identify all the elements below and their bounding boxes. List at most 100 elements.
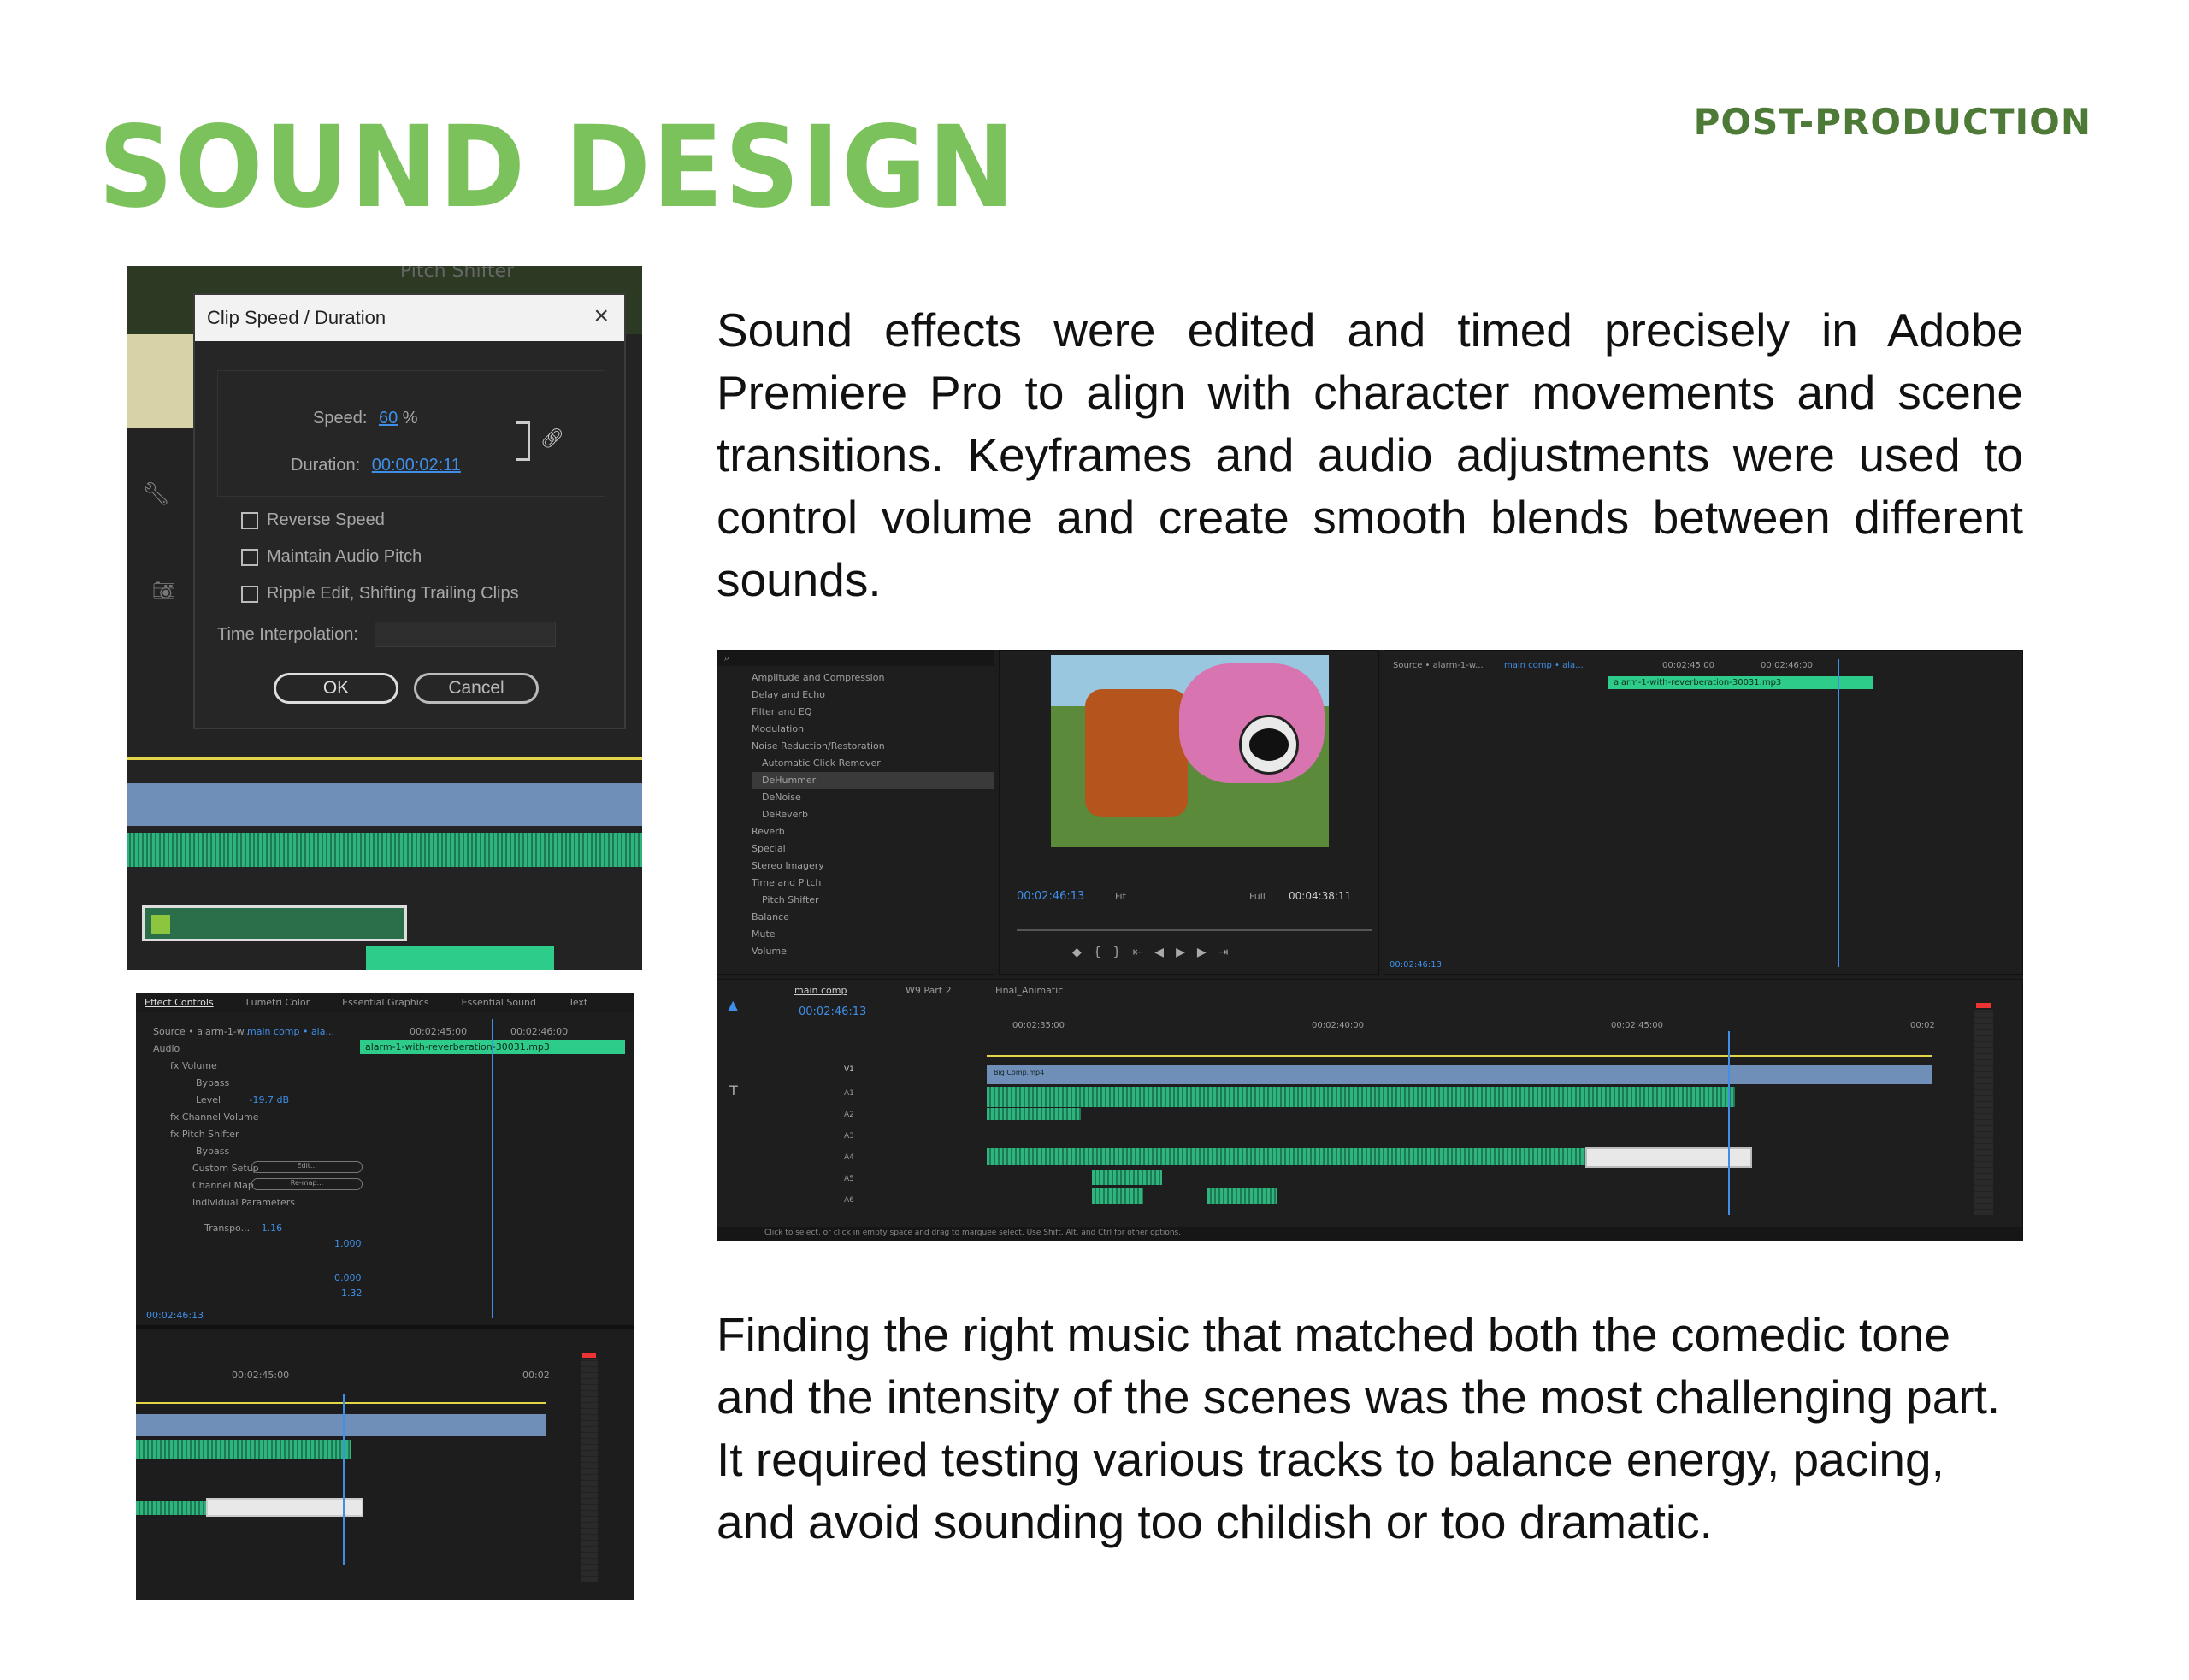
video-clip[interactable]: Big Comp.mp4 [987, 1065, 1932, 1084]
tab-final-animatic[interactable]: Final_Animatic [995, 985, 1063, 996]
duration-input[interactable]: 00:00:02:11 [372, 456, 461, 475]
ok-button[interactable]: OK [274, 673, 398, 704]
speed-unit: % [402, 409, 418, 427]
audio-clip-a5[interactable] [1092, 1170, 1162, 1185]
link-icon[interactable]: 🔗︎ [540, 428, 564, 450]
effect-controls-panel: Source • alarm-1-w... main comp • ala...… [1384, 650, 2023, 975]
duration-row: Duration: 00:00:02:11 [291, 456, 461, 475]
graph-val: 1.32 [341, 1288, 363, 1299]
ruler-label: 00:02:45:00 [1611, 1021, 1664, 1030]
level-row: Level -19.7 dB [196, 1094, 289, 1105]
search-icon[interactable]: ⌕ [717, 651, 994, 666]
list-item[interactable]: DeNoise [752, 789, 994, 806]
timeline-playhead[interactable] [1728, 1031, 1730, 1215]
audio-clip-a[interactable] [136, 1501, 206, 1515]
wrench-icon[interactable]: 🔧︎ [142, 481, 170, 507]
camera-icon[interactable]: 📷︎ [152, 581, 176, 602]
list-item[interactable]: Amplitude and Compression [752, 669, 994, 687]
playhead[interactable] [492, 1019, 493, 1318]
selected-sfx-clip[interactable] [1585, 1147, 1752, 1168]
close-icon[interactable]: × [593, 302, 609, 331]
list-item[interactable]: Special [752, 840, 994, 858]
speed-input[interactable]: 60 [379, 409, 398, 427]
list-item[interactable]: Filter and EQ [752, 704, 994, 721]
list-item[interactable]: DeReverb [752, 806, 994, 823]
volume-label: Volume [181, 1060, 217, 1071]
tab-main-comp[interactable]: main comp [794, 985, 847, 996]
audio-clip-2[interactable] [366, 946, 554, 970]
track-label: A5 [844, 1175, 854, 1183]
reverse-speed-checkbox[interactable] [241, 511, 258, 529]
selected-sfx-clip[interactable] [206, 1498, 363, 1517]
audio-waveform[interactable] [136, 1440, 351, 1459]
reverse-speed-label: Reverse Speed [267, 510, 385, 529]
remap-button[interactable]: Re-map... [251, 1178, 363, 1190]
fit-select[interactable]: Fit [1115, 891, 1126, 902]
cancel-button[interactable]: Cancel [414, 673, 539, 704]
scrubber[interactable] [1017, 929, 1372, 931]
video-clip[interactable] [127, 783, 642, 826]
list-item[interactable]: Noise Reduction/Restoration [752, 738, 994, 755]
dialog-titlebar: Clip Speed / Duration × [195, 295, 624, 341]
tab-essential-sound[interactable]: Essential Sound [462, 997, 536, 1009]
selected-audio-clip[interactable] [142, 905, 407, 941]
pitch-shifter-label: Pitch Shifter [181, 1129, 239, 1140]
timeline-panel: main comp W9 Part 2 Final_Animatic 00:02… [717, 979, 2023, 1241]
link-bracket [516, 421, 530, 461]
audio-clip-a6a[interactable] [1092, 1188, 1143, 1204]
type-tool-icon[interactable]: T [729, 1082, 738, 1099]
resolution-select[interactable]: Full [1249, 891, 1266, 902]
audio-clip-a2[interactable] [987, 1108, 1081, 1120]
timeline-playhead[interactable] [343, 1394, 345, 1565]
sequence-label[interactable]: main comp • ala... [247, 1026, 334, 1037]
list-item[interactable]: Stereo Imagery [752, 858, 994, 875]
clip-bar[interactable]: alarm-1-with-reverberation-30031.mp3 [1608, 676, 1873, 689]
edit-button[interactable]: Edit... [251, 1161, 363, 1173]
status-bar: Click to select, or click in empty space… [717, 1227, 2022, 1241]
audio-clip-a4[interactable] [987, 1148, 1585, 1165]
program-timecode[interactable]: 00:02:46:13 [1017, 890, 1084, 903]
maintain-pitch-checkbox[interactable] [241, 548, 258, 566]
pitch-shifter-row[interactable]: fx Pitch Shifter [170, 1129, 239, 1140]
list-item[interactable]: Balance [752, 909, 994, 926]
speed-row: Speed: 60 % [313, 409, 418, 428]
sequence-timecode[interactable]: 00:02:46:13 [799, 1005, 866, 1018]
audio-clip-a1[interactable] [987, 1087, 1735, 1107]
ripple-edit-option[interactable]: Ripple Edit, Shifting Trailing Clips [241, 584, 519, 604]
list-item[interactable]: Volume [752, 943, 994, 960]
audio-waveform[interactable] [127, 833, 642, 867]
tab-effect-controls[interactable]: Effect Controls [145, 997, 214, 1009]
list-item[interactable]: Reverb [752, 823, 994, 840]
transpose-value[interactable]: 1.16 [262, 1223, 283, 1234]
level-value[interactable]: -19.7 dB [250, 1094, 290, 1105]
tab-lumetri-color[interactable]: Lumetri Color [246, 997, 310, 1009]
playhead[interactable] [1838, 659, 1839, 967]
ec-timecode[interactable]: 00:02:46:13 [146, 1310, 204, 1321]
volume-effect[interactable]: fx Volume [170, 1060, 217, 1071]
list-item[interactable]: Pitch Shifter [752, 892, 994, 909]
sequence-label[interactable]: main comp • ala... [1504, 661, 1584, 670]
video-clip[interactable] [136, 1414, 546, 1436]
list-item[interactable]: DeHummer [752, 772, 994, 789]
tab-essential-graphics[interactable]: Essential Graphics [342, 997, 428, 1009]
work-area-bar [987, 1055, 1932, 1057]
tab-text[interactable]: Text [569, 997, 587, 1009]
channel-volume-row[interactable]: fx Channel Volume [170, 1111, 258, 1123]
time-interpolation-select[interactable] [375, 622, 556, 647]
list-item[interactable]: Modulation [752, 721, 994, 738]
audio-clip-a6b[interactable] [1207, 1188, 1277, 1204]
tab-w9-part-2[interactable]: W9 Part 2 [906, 985, 952, 996]
list-item[interactable]: Automatic Click Remover [752, 755, 994, 772]
transport-controls[interactable]: ◆{}⇤◀▶▶⇥ [1072, 946, 1240, 959]
ripple-edit-checkbox[interactable] [241, 585, 258, 603]
ec-timecode[interactable]: 00:02:46:13 [1390, 960, 1442, 970]
dialog-title: Clip Speed / Duration [207, 307, 386, 328]
list-item[interactable]: Mute [752, 926, 994, 943]
effect-controls-screenshot: Effect Controls Lumetri Color Essential … [136, 993, 634, 1600]
maintain-pitch-option[interactable]: Maintain Audio Pitch [241, 547, 422, 567]
list-item[interactable]: Time and Pitch [752, 875, 994, 892]
list-item[interactable]: Delay and Echo [752, 687, 994, 704]
ruler-tc-b: 00:02:46:00 [510, 1026, 569, 1037]
selection-tool-icon[interactable]: ▲ [728, 997, 738, 1013]
reverse-speed-option[interactable]: Reverse Speed [241, 510, 385, 530]
